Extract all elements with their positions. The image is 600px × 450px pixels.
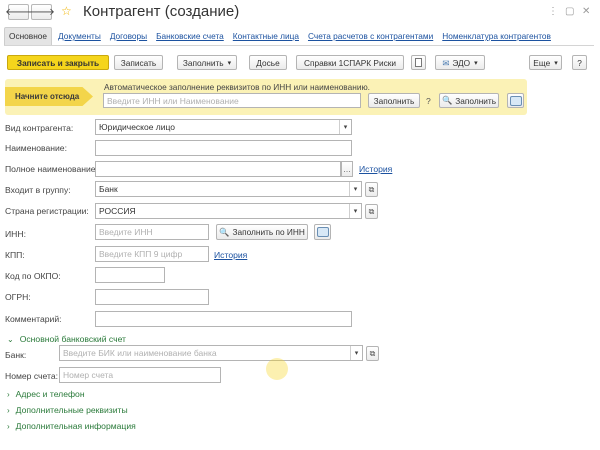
country-select[interactable]: РОССИЯ ▾ [95, 203, 362, 219]
kpp-label: КПП: [5, 250, 25, 260]
tab-bank-accounts[interactable]: Банковские счета [153, 27, 227, 45]
arrow-right-icon: 🡒 [28, 7, 55, 18]
extra-section-title: Дополнительные реквизиты [15, 405, 128, 415]
dropdown-arrow-icon[interactable]: ▾ [349, 204, 361, 218]
cursor-highlight [266, 358, 288, 380]
comment-label: Комментарий: [5, 314, 62, 324]
comment-input[interactable] [95, 311, 352, 327]
info-section-toggle[interactable]: › Дополнительная информация [7, 421, 136, 431]
chevron-down-icon: ⌄ [7, 334, 14, 344]
star-icon[interactable]: ☆ [61, 4, 72, 18]
kpp-history-link[interactable]: История [214, 250, 247, 260]
tab-documents[interactable]: Документы [55, 27, 104, 45]
more-options-icon[interactable]: ⋮ [548, 6, 558, 17]
edo-dropdown-button[interactable]: ✉ ЭДО [435, 55, 485, 70]
country-value: РОССИЯ [99, 206, 136, 216]
document-button[interactable] [411, 55, 426, 70]
okpo-label: Код по ОКПО: [5, 271, 61, 281]
chevron-right-icon: › [7, 405, 10, 415]
fullname-input[interactable] [95, 161, 341, 177]
bank-label: Банк: [5, 350, 27, 360]
chevron-right-icon: › [7, 421, 10, 431]
envelope-icon: ✉ [442, 57, 450, 68]
dropdown-arrow-icon[interactable]: ▾ [339, 120, 351, 134]
save-button[interactable]: Записать [114, 55, 163, 70]
restore-window-icon[interactable]: ▢ [565, 6, 574, 17]
dropdown-arrow-icon[interactable]: ▾ [349, 182, 361, 196]
tab-nomenclature[interactable]: Номенклатура контрагентов [439, 27, 554, 45]
magnifier-icon: 🔍 [441, 95, 453, 105]
help-button[interactable]: ? [572, 55, 587, 70]
fill-by-inn-label: Заполнить по ИНН [232, 227, 305, 237]
fullname-label: Полное наименование: [5, 164, 98, 174]
ogrn-label: ОГРН: [5, 292, 31, 302]
fill-by-inn-button[interactable]: 🔍 Заполнить по ИНН [216, 224, 308, 240]
type-value: Юридическое лицо [99, 122, 176, 132]
address-section-toggle[interactable]: › Адрес и телефон [7, 389, 85, 399]
extra-section-toggle[interactable]: › Дополнительные реквизиты [7, 405, 128, 415]
address-section-title: Адрес и телефон [15, 389, 85, 399]
name-input[interactable] [95, 140, 352, 156]
group-label: Входит в группу: [5, 185, 71, 195]
tab-settlement-accounts[interactable]: Счета расчетов с контрагентами [305, 27, 436, 45]
type-select[interactable]: Юридическое лицо ▾ [95, 119, 352, 135]
page-title: Контрагент (создание) [83, 3, 240, 20]
inn-label: ИНН: [5, 229, 26, 239]
tab-contacts[interactable]: Контактные лица [230, 27, 302, 45]
dropdown-arrow-icon[interactable]: ▾ [350, 346, 362, 360]
database-button[interactable] [314, 224, 331, 240]
more-dropdown-button[interactable]: Еще [529, 55, 562, 70]
fill-dropdown-button[interactable]: Заполнить [177, 55, 237, 70]
autofill-fill-button[interactable]: Заполнить [368, 93, 420, 108]
autofill-search-input[interactable]: Введите ИНН или Наименование [103, 93, 361, 108]
info-section-title: Дополнительная информация [15, 421, 136, 431]
save-close-button[interactable]: Записать и закрыть [7, 55, 109, 70]
account-input[interactable]: Номер счета [59, 367, 221, 383]
inn-input[interactable]: Введите ИНН [95, 224, 209, 240]
magnifier-icon: 🔍 [219, 226, 230, 237]
autofill-help-icon[interactable]: ? [426, 96, 431, 106]
tab-contracts[interactable]: Договоры [107, 27, 150, 45]
database-button[interactable] [507, 93, 524, 108]
back-button[interactable]: 🡐 [5, 4, 32, 20]
dossier-button[interactable]: Досье [249, 55, 287, 70]
edo-label: ЭДО [452, 57, 471, 68]
bank-select[interactable]: Введите БИК или наименование банка ▾ [59, 345, 363, 361]
autofill-fill2-label: Заполнить [455, 95, 497, 106]
autofill-hint: Автоматическое заполнение реквизитов по … [104, 82, 370, 92]
bank-section-title: Основной банковский счет [19, 334, 126, 344]
open-link-icon[interactable]: ⧉ [365, 182, 378, 197]
autofill-search-fill-button[interactable]: 🔍 Заполнить [439, 93, 499, 108]
spark-button[interactable]: Справки 1СПАРК Риски [296, 55, 404, 70]
open-link-icon[interactable]: ⧉ [365, 204, 378, 219]
okpo-input[interactable] [95, 267, 165, 283]
kpp-input[interactable]: Введите КПП 9 цифр [95, 246, 209, 262]
country-label: Страна регистрации: [5, 206, 89, 216]
open-link-icon[interactable]: ⧉ [366, 346, 379, 361]
type-label: Вид контрагента: [5, 123, 74, 133]
chevron-right-icon: › [7, 389, 10, 399]
ogrn-input[interactable] [95, 289, 209, 305]
database-icon [316, 227, 329, 237]
tab-main[interactable]: Основное [4, 27, 53, 45]
tab-divider [4, 45, 594, 46]
document-icon [415, 58, 422, 67]
bank-section-toggle[interactable]: ⌄ Основной банковский счет [7, 334, 126, 344]
group-value: Банк [99, 184, 118, 194]
name-label: Наименование: [5, 143, 67, 153]
close-window-icon[interactable]: ✕ [582, 6, 590, 17]
account-label: Номер счета: [5, 371, 59, 381]
database-icon [509, 95, 522, 106]
ellipsis-button[interactable]: … [341, 161, 353, 177]
bank-placeholder: Введите БИК или наименование банка [63, 348, 217, 358]
group-select[interactable]: Банк ▾ [95, 181, 362, 197]
start-here-badge: Начните отсюда [5, 87, 93, 106]
tab-bar: Основное Документы Договоры Банковские с… [4, 27, 557, 45]
forward-button[interactable]: 🡒 [28, 4, 55, 20]
fullname-history-link[interactable]: История [359, 164, 392, 174]
